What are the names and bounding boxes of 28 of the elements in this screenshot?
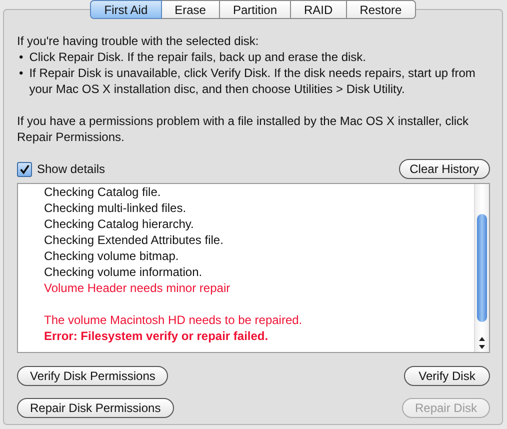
log-line: Checking Catalog file. xyxy=(44,184,162,200)
log-line: Checking volume bitmap. xyxy=(44,248,180,264)
scrollbar-thumb[interactable] xyxy=(477,214,487,322)
disk-button[interactable]: Verify Disk xyxy=(404,366,490,386)
log-line: Checking multi-linked files. xyxy=(44,200,188,216)
clear-history-button[interactable]: Clear History xyxy=(398,159,490,179)
tab[interactable]: Partition xyxy=(220,0,292,19)
log-line: Checking Extended Attributes file. xyxy=(44,232,224,248)
log-line: Error: Filesystem verify or repair failed. xyxy=(44,328,270,344)
tab[interactable]: Restore xyxy=(346,0,416,19)
log-line: Checking volume information. xyxy=(44,264,204,280)
instruction-item: Click Repair Disk. If the repair fails, back up and erase the disk. xyxy=(29,49,366,65)
bullet-mark: • xyxy=(19,65,24,82)
log-line: The volume Macintosh HD needs to be repaired. xyxy=(44,312,304,328)
log-line: Volume Header needs minor repair xyxy=(44,280,232,296)
instructions-heading: If you're having trouble with the selected disk: xyxy=(17,33,260,49)
tab[interactable]: Erase xyxy=(162,0,220,19)
bullet-mark: • xyxy=(19,49,24,65)
scrollbar[interactable] xyxy=(474,184,489,352)
permissions-button[interactable]: Verify Disk Permissions xyxy=(17,366,168,386)
tab[interactable]: RAID xyxy=(291,0,347,19)
log-line: Checking Catalog hierarchy. xyxy=(44,216,195,232)
tab[interactable]: First Aid xyxy=(90,0,162,19)
instruction-item: If Repair Disk is unavailable, click Verify Disk. If the disk needs repairs, start up from your Mac OS X installation disc, and then choose Utilities > Disk Utility. xyxy=(29,65,476,97)
permissions-note: If you have a permissions problem with a file installed by the Mac OS X installer, click Repair Permissions. xyxy=(17,113,470,145)
show-details-label: Show details xyxy=(37,162,106,176)
permissions-button[interactable]: Repair Disk Permissions xyxy=(17,398,174,418)
show-details-checkbox[interactable] xyxy=(17,162,32,176)
